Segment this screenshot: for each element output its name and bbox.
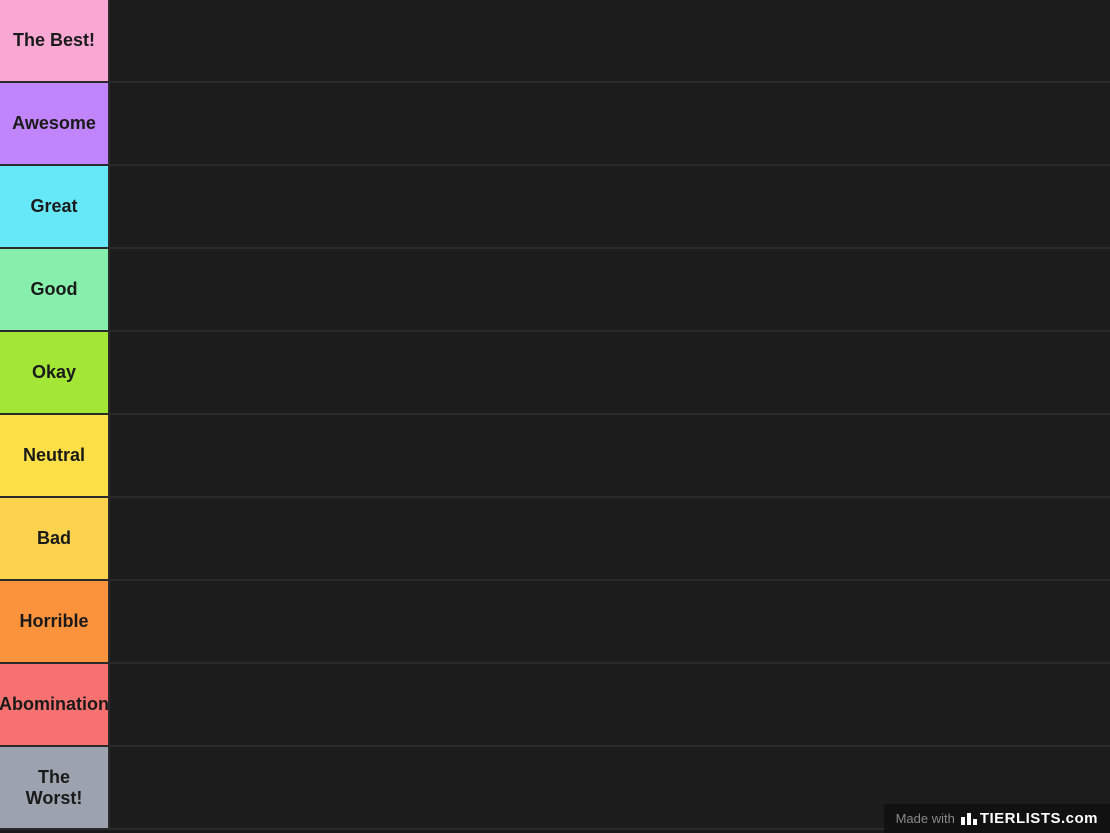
tier-content-okay[interactable] <box>108 332 1110 413</box>
footer-brand-text: TIERLISTS.com <box>980 810 1098 827</box>
tier-label-great: Great <box>0 166 108 247</box>
tier-content-horrible[interactable] <box>108 581 1110 662</box>
tier-row-okay[interactable]: Okay <box>0 332 1110 415</box>
bar3 <box>973 819 977 825</box>
footer-made-with-text: Made with <box>896 811 955 826</box>
tier-label-awesome: Awesome <box>0 83 108 164</box>
tier-label-the-best: The Best! <box>0 0 108 81</box>
tier-content-abomination[interactable] <box>108 664 1110 745</box>
tier-label-the-worst: The Worst! <box>0 747 108 828</box>
tier-content-neutral[interactable] <box>108 415 1110 496</box>
tier-content-the-best[interactable] <box>108 0 1110 81</box>
tier-label-horrible: Horrible <box>0 581 108 662</box>
tier-list: The Best!AwesomeGreatGoodOkayNeutralBadH… <box>0 0 1110 830</box>
tier-row-the-best[interactable]: The Best! <box>0 0 1110 83</box>
tier-row-abomination[interactable]: Abomination <box>0 664 1110 747</box>
tier-label-okay: Okay <box>0 332 108 413</box>
tier-row-horrible[interactable]: Horrible <box>0 581 1110 664</box>
tier-label-bad: Bad <box>0 498 108 579</box>
tier-label-abomination: Abomination <box>0 664 108 745</box>
bar2 <box>967 813 971 825</box>
tier-content-great[interactable] <box>108 166 1110 247</box>
footer: Made with TIERLISTS.com <box>884 804 1110 833</box>
footer-bars-icon <box>961 813 977 825</box>
tier-row-awesome[interactable]: Awesome <box>0 83 1110 166</box>
tier-content-awesome[interactable] <box>108 83 1110 164</box>
tier-content-good[interactable] <box>108 249 1110 330</box>
tier-content-bad[interactable] <box>108 498 1110 579</box>
tier-label-good: Good <box>0 249 108 330</box>
tier-row-bad[interactable]: Bad <box>0 498 1110 581</box>
tier-row-neutral[interactable]: Neutral <box>0 415 1110 498</box>
footer-logo: TIERLISTS.com <box>961 810 1098 827</box>
tier-row-good[interactable]: Good <box>0 249 1110 332</box>
tier-label-neutral: Neutral <box>0 415 108 496</box>
bar1 <box>961 817 965 825</box>
tier-row-great[interactable]: Great <box>0 166 1110 249</box>
